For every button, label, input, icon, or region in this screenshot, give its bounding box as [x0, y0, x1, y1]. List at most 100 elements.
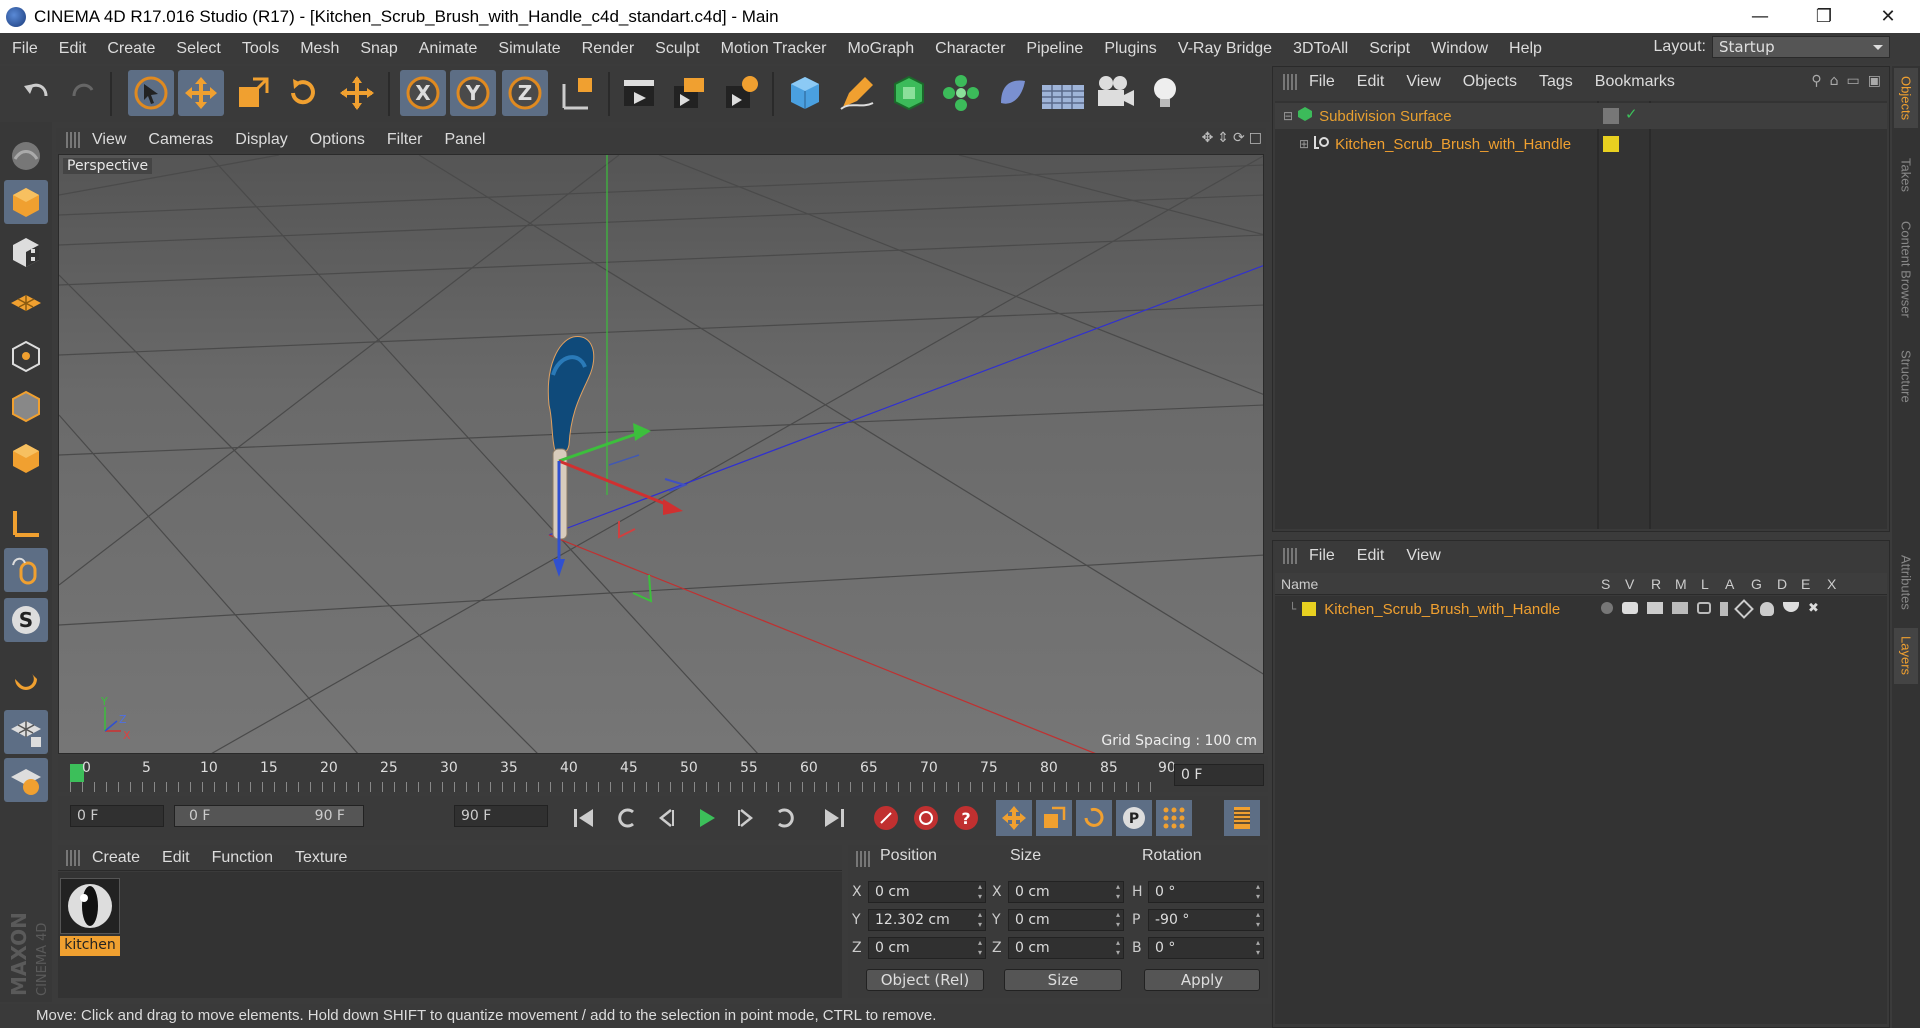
menu-snap[interactable]: Snap	[360, 40, 397, 58]
menu-tools[interactable]: Tools	[242, 40, 279, 58]
material-menu-texture[interactable]: Texture	[295, 849, 347, 867]
solo-icon[interactable]: S	[4, 598, 48, 642]
subdivision-icon[interactable]	[886, 70, 932, 116]
prev-frame-icon[interactable]	[648, 800, 684, 836]
axis-mode-icon[interactable]	[4, 500, 48, 544]
viewport-menu-options[interactable]: Options	[310, 131, 365, 149]
current-frame-field[interactable]: 0 F	[1174, 764, 1264, 786]
material-menu-function[interactable]: Function	[212, 849, 273, 867]
menu-mograph[interactable]: MoGraph	[847, 40, 914, 58]
timeline-ruler[interactable]: 0 5 10 15 20 25 30 35 40 45 50 55 60 65 …	[70, 758, 1176, 792]
tweak-mode-icon[interactable]	[4, 548, 48, 592]
layers-menu-file[interactable]: File	[1309, 547, 1335, 565]
search-icon[interactable]: ⚲	[1811, 73, 1821, 89]
layers-menu-edit[interactable]: Edit	[1357, 547, 1385, 565]
rotation-p-field[interactable]: -90 °	[1148, 909, 1264, 931]
size-mode-dropdown[interactable]: Size	[1004, 969, 1122, 991]
x-axis-icon[interactable]: X	[400, 70, 446, 116]
tab-layers[interactable]: Layers	[1894, 628, 1918, 684]
minimize-icon[interactable]: —	[1728, 0, 1792, 33]
points-mode-icon[interactable]	[4, 334, 48, 378]
goto-start-icon[interactable]	[566, 800, 602, 836]
coordinate-mode-dropdown[interactable]: Object (Rel)	[866, 969, 984, 991]
size-z-field[interactable]: 0 cm	[1008, 937, 1124, 959]
position-z-field[interactable]: 0 cm	[868, 937, 986, 959]
live-selection-icon[interactable]	[128, 70, 174, 116]
record-icon[interactable]	[868, 800, 904, 836]
model-mode-icon[interactable]	[4, 180, 48, 224]
timeline-icon[interactable]	[1224, 800, 1260, 836]
deformer-icon[interactable]	[990, 70, 1036, 116]
tab-content-browser[interactable]: Content Browser	[1894, 204, 1918, 334]
viewport-menu-display[interactable]: Display	[235, 131, 287, 149]
start-frame-field[interactable]: 0 F	[70, 805, 164, 827]
snap-magnet-icon[interactable]	[4, 660, 48, 704]
menu-edit[interactable]: Edit	[59, 40, 87, 58]
menu-animate[interactable]: Animate	[419, 40, 478, 58]
manager-toggle-icon[interactable]	[1672, 602, 1688, 614]
object-row[interactable]: ⊞ Kitchen_Scrub_Brush_with_Handle	[1275, 131, 1887, 157]
layer-row[interactable]: └ Kitchen_Scrub_Brush_with_Handle ✖	[1275, 596, 1887, 622]
object-row[interactable]: ⊟ Subdivision Surface ✓	[1275, 103, 1887, 129]
objects-menu-edit[interactable]: Edit	[1357, 73, 1385, 91]
goto-end-icon[interactable]	[816, 800, 852, 836]
close-icon[interactable]: ✕	[1856, 0, 1920, 33]
objects-menu-tags[interactable]: Tags	[1539, 73, 1573, 91]
menu-vray-bridge[interactable]: V-Ray Bridge	[1178, 40, 1272, 58]
solo-toggle[interactable]	[1601, 602, 1613, 614]
menu-create[interactable]: Create	[107, 40, 155, 58]
keyframe-selection-icon[interactable]: ?	[948, 800, 984, 836]
objects-menu-bookmarks[interactable]: Bookmarks	[1595, 73, 1675, 91]
size-y-field[interactable]: 0 cm	[1008, 909, 1124, 931]
autokey-icon[interactable]	[908, 800, 944, 836]
objects-menu-view[interactable]: View	[1406, 73, 1440, 91]
redo-icon[interactable]	[60, 70, 106, 116]
end-frame-field[interactable]: 90 F	[454, 805, 548, 827]
maximize-view-icon[interactable]: □	[1249, 130, 1262, 146]
tree-expand-icon[interactable]: ⊞	[1299, 137, 1309, 151]
pan-icon[interactable]: ✥	[1202, 130, 1214, 146]
floor-icon[interactable]	[1040, 70, 1086, 116]
rotate-view-icon[interactable]: ⟳	[1233, 130, 1245, 146]
timeline[interactable]: 0 5 10 15 20 25 30 35 40 45 50 55 60 65 …	[58, 756, 1268, 792]
menu-select[interactable]: Select	[176, 40, 220, 58]
coordinate-system-icon[interactable]	[554, 70, 600, 116]
layer-color-swatch[interactable]	[1302, 602, 1317, 616]
menu-script[interactable]: Script	[1369, 40, 1410, 58]
size-x-field[interactable]: 0 cm	[1008, 881, 1124, 903]
scale-icon[interactable]	[230, 70, 276, 116]
tab-takes[interactable]: Takes	[1894, 150, 1918, 200]
lock-toggle-icon[interactable]	[1697, 602, 1711, 614]
xref-toggle-icon[interactable]: ✖	[1808, 602, 1822, 616]
enabled-check-icon[interactable]: ✓	[1625, 105, 1638, 123]
texture-mode-icon[interactable]	[4, 230, 48, 274]
objects-menu-file[interactable]: File	[1309, 73, 1335, 91]
material-name[interactable]: kitchen	[60, 936, 120, 956]
render-settings-icon[interactable]	[718, 70, 764, 116]
collapse-icon[interactable]: ▭	[1847, 73, 1860, 89]
edges-mode-icon[interactable]	[4, 384, 48, 428]
menu-mesh[interactable]: Mesh	[300, 40, 339, 58]
brush-model[interactable]	[547, 336, 595, 540]
viewport-menu-cameras[interactable]: Cameras	[148, 131, 213, 149]
viewport-menu-panel[interactable]: Panel	[444, 131, 485, 149]
position-y-field[interactable]: 12.302 cm	[868, 909, 986, 931]
move-key-icon[interactable]	[996, 800, 1032, 836]
position-x-field[interactable]: 0 cm	[868, 881, 986, 903]
rotation-h-field[interactable]: 0 °	[1148, 881, 1264, 903]
visible-toggle-icon[interactable]	[1622, 602, 1638, 614]
cube-icon[interactable]	[782, 70, 828, 116]
make-editable-icon[interactable]	[4, 134, 48, 178]
menu-help[interactable]: Help	[1509, 40, 1542, 58]
tab-attributes[interactable]: Attributes	[1894, 542, 1918, 622]
material-thumbnail[interactable]	[60, 878, 120, 934]
render-picture-viewer-icon[interactable]	[666, 70, 712, 116]
workplane-lock-icon[interactable]	[4, 710, 48, 754]
menu-sculpt[interactable]: Sculpt	[655, 40, 699, 58]
y-axis-icon[interactable]: Y	[450, 70, 496, 116]
workplane-icon[interactable]	[4, 282, 48, 326]
menu-character[interactable]: Character	[935, 40, 1005, 58]
viewport-menu-view[interactable]: View	[92, 131, 126, 149]
scale-key-icon[interactable]	[1036, 800, 1072, 836]
visibility-toggle[interactable]	[1603, 108, 1619, 124]
